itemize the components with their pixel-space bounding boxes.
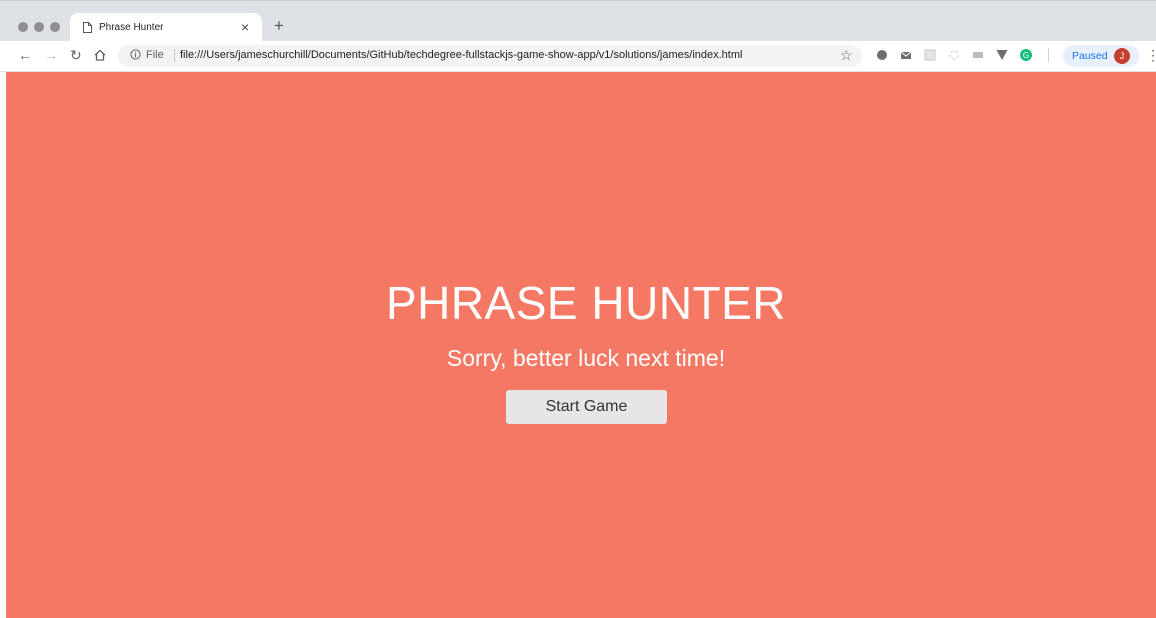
sync-status: Paused (1072, 50, 1108, 62)
vue-extension-icon[interactable] (996, 49, 1008, 61)
new-tab-icon[interactable]: + (274, 17, 284, 34)
svg-text:G: G (1023, 51, 1029, 60)
loader-extension-icon[interactable] (948, 49, 960, 61)
reload-icon[interactable]: ↻ (70, 46, 82, 64)
bookmark-star-icon[interactable]: ☆ (840, 47, 853, 64)
back-icon[interactable]: ← (18, 46, 32, 64)
info-icon[interactable] (130, 49, 141, 60)
address-divider (174, 49, 175, 62)
scheme-label: File (146, 49, 164, 61)
menu-icon[interactable]: ⋮ (1146, 47, 1156, 63)
page-icon (83, 22, 92, 33)
chat-extension-icon[interactable] (876, 49, 888, 61)
game-over-message: Sorry, better luck next time! (446, 345, 726, 371)
square-extension-icon[interactable] (924, 49, 936, 61)
zoom-window-dot[interactable] (50, 22, 60, 32)
home-icon[interactable] (94, 49, 106, 61)
profile-button[interactable]: Paused J (1063, 45, 1139, 67)
tab-strip: Phrase Hunter × + (0, 0, 1156, 43)
close-window-dot[interactable] (18, 22, 28, 32)
avatar: J (1114, 48, 1130, 64)
page-title: PHRASE HUNTER (385, 277, 787, 329)
game-overlay: PHRASE HUNTER Sorry, better luck next ti… (6, 72, 1156, 618)
start-game-button[interactable]: Start Game (506, 390, 667, 424)
url-text[interactable]: file:///Users/jameschurchill/Documents/G… (180, 49, 742, 61)
window-controls (18, 22, 60, 32)
browser-window: Phrase Hunter × + ← → ↻ File file:///Use… (0, 0, 1156, 618)
grid-extension-icon[interactable] (972, 49, 984, 61)
tab-close-icon[interactable]: × (241, 19, 249, 35)
minimize-window-dot[interactable] (34, 22, 44, 32)
mail-extension-icon[interactable] (900, 49, 912, 61)
tab-phrase-hunter[interactable]: Phrase Hunter × (70, 13, 262, 43)
tab-title: Phrase Hunter (99, 22, 164, 33)
forward-icon[interactable]: → (44, 46, 58, 64)
address-bar[interactable]: File file:///Users/jameschurchill/Docume… (118, 45, 862, 67)
grammarly-extension-icon[interactable]: G (1020, 49, 1032, 61)
toolbar-divider (1048, 48, 1049, 62)
